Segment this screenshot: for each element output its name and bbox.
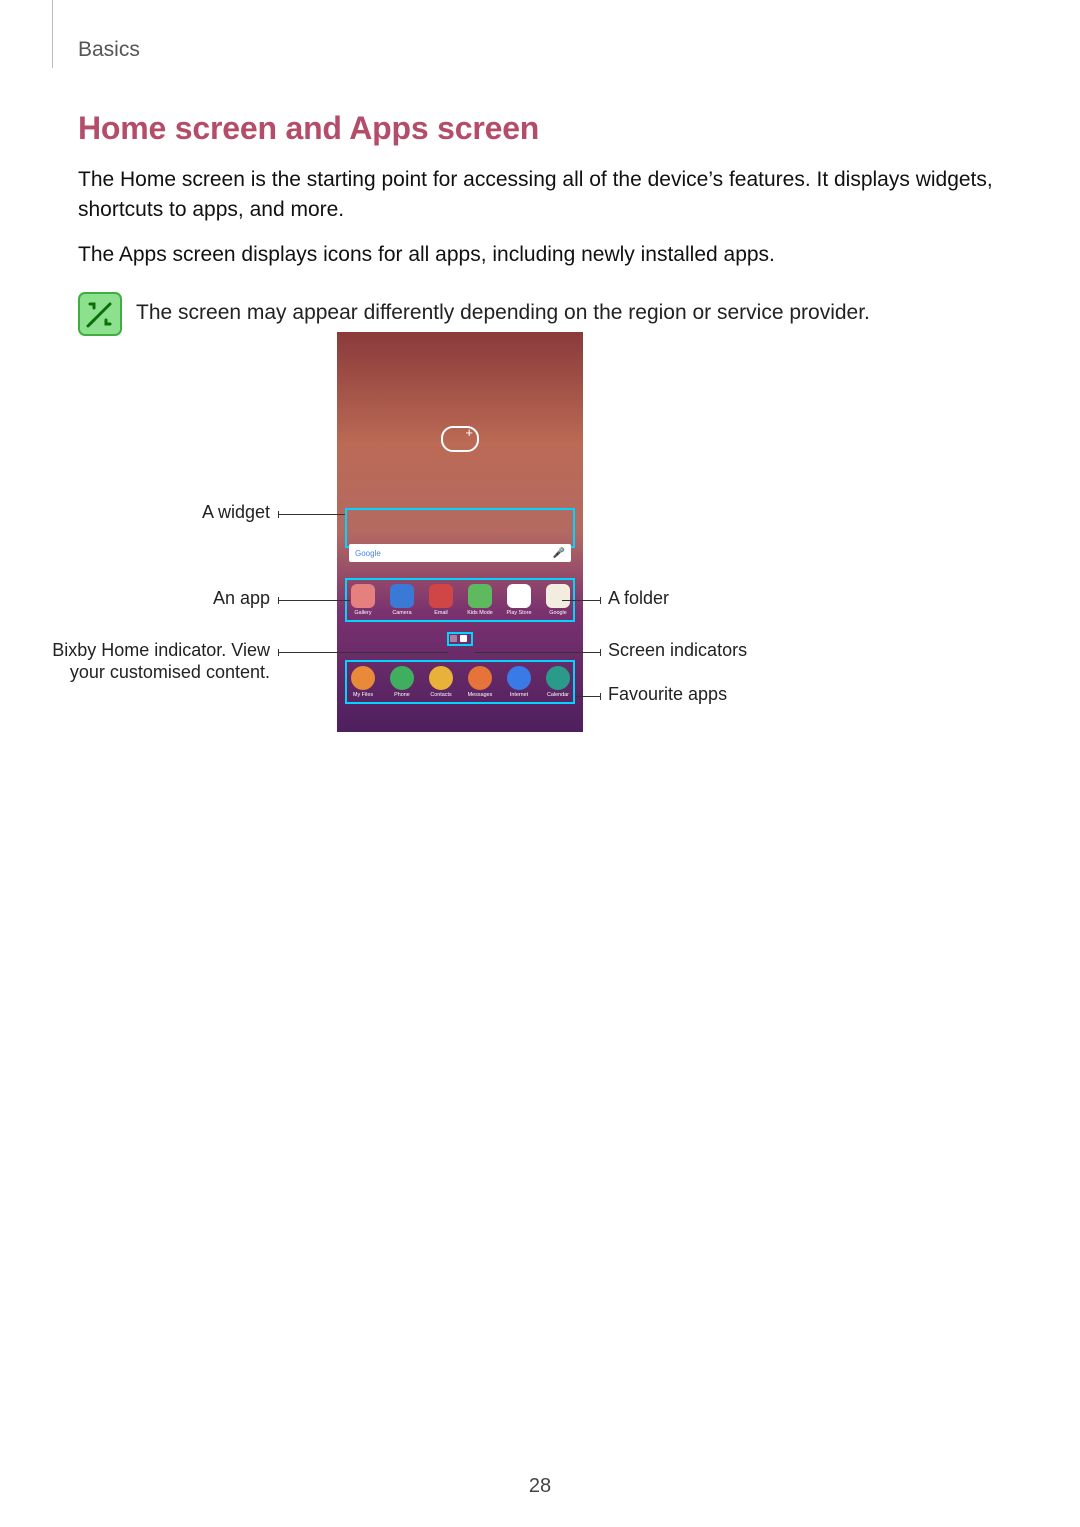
- app-phone: Phone: [386, 666, 418, 698]
- lead-bixby: [278, 652, 448, 653]
- callout-bixby-1: Bixby Home indicator. View: [30, 640, 270, 661]
- page-content: Home screen and Apps screen The Home scr…: [78, 110, 998, 336]
- app-email: Email: [425, 584, 457, 616]
- callout-favs: Favourite apps: [608, 684, 727, 705]
- lead-app: [278, 600, 350, 601]
- app-play-store: Play Store: [503, 584, 535, 616]
- callout-folder: A folder: [608, 588, 669, 609]
- callout-app: An app: [80, 588, 270, 609]
- callout-indicators: Screen indicators: [608, 640, 747, 661]
- bixby-indicator-icon: [450, 635, 457, 642]
- paragraph-2: The Apps screen displays icons for all a…: [78, 240, 998, 270]
- lead-folder: [562, 600, 600, 601]
- google-search-widget: Google 🎤: [349, 544, 571, 562]
- tick-widget: [278, 511, 279, 518]
- lead-widget: [278, 514, 345, 515]
- tick-app: [278, 597, 279, 604]
- app-messages: Messages: [464, 666, 496, 698]
- highlight-widget: [345, 508, 575, 548]
- app-contacts: Contacts: [425, 666, 457, 698]
- section-label: Basics: [78, 38, 140, 62]
- phone-home-screen: Google 🎤 Gallery Camera Email Kids Mode …: [337, 332, 583, 732]
- app-gallery: Gallery: [347, 584, 379, 616]
- page-dot-active: [460, 635, 467, 642]
- weather-widget-icon: [441, 426, 479, 452]
- note-text: The screen may appear differently depend…: [136, 292, 870, 328]
- app-my-files: My Files: [347, 666, 379, 698]
- favourites-row: My Files Phone Contacts Messages Interne…: [337, 662, 583, 698]
- tick-favs: [600, 693, 601, 700]
- page-number: 28: [0, 1475, 1080, 1498]
- page-title: Home screen and Apps screen: [78, 110, 998, 147]
- app-camera: Camera: [386, 584, 418, 616]
- tick-bixby: [278, 649, 279, 656]
- paragraph-1: The Home screen is the starting point fo…: [78, 165, 998, 226]
- callout-bixby-2: your customised content.: [30, 662, 270, 683]
- note-block: The screen may appear differently depend…: [78, 292, 998, 336]
- callout-widget: A widget: [80, 502, 270, 523]
- apps-row: Gallery Camera Email Kids Mode Play Stor…: [337, 580, 583, 616]
- tick-folder: [600, 597, 601, 604]
- screen-indicators: [450, 635, 467, 642]
- google-logo-text: Google: [355, 549, 381, 558]
- app-internet: Internet: [503, 666, 535, 698]
- note-icon: [78, 292, 122, 336]
- mic-icon: 🎤: [553, 548, 565, 559]
- header-rule: [52, 0, 53, 68]
- app-kids-mode: Kids Mode: [464, 584, 496, 616]
- app-calendar: Calendar: [542, 666, 574, 698]
- lead-indicators: [474, 652, 600, 653]
- tick-indicators: [600, 649, 601, 656]
- lead-favs: [576, 696, 600, 697]
